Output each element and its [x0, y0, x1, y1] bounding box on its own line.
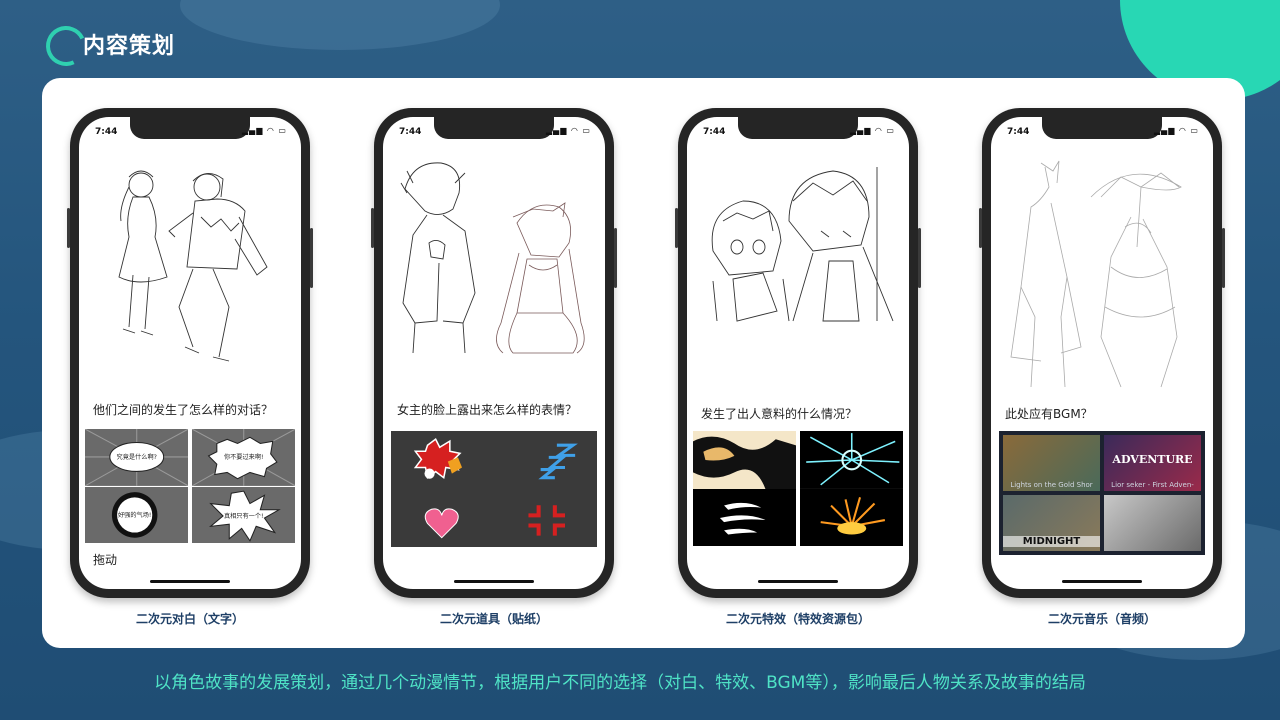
question-text: 发生了出人意料的什么情况？: [701, 407, 858, 421]
music-track-card[interactable]: ADVENTURE Lior seker - First Adven-: [1104, 435, 1201, 491]
music-track-card[interactable]: [1104, 495, 1201, 551]
background-swirl: [180, 0, 500, 50]
anger-vein-sticker-icon[interactable]: [496, 491, 597, 550]
phone-screen: 7:44 ▂▄▆ ◠ ▭: [79, 117, 301, 589]
dialogue-bubble-option[interactable]: 究竟是什么啊?: [85, 429, 189, 486]
smoke-effect-thumbnail[interactable]: [693, 431, 797, 489]
caption-music: 二次元音乐（音频）: [1047, 612, 1156, 626]
anime-couple-illustration: [118, 170, 268, 362]
status-time: 7:44: [703, 127, 726, 137]
page-title: 内容策划: [83, 34, 176, 59]
question-text: 女主的脸上露出来怎么样的表情？: [397, 403, 578, 417]
phone-screen: 7:44 ▂▄▆ ◠ ▭ 此处应有BGM？ Lights on the Gold…: [991, 117, 1213, 589]
explosion-effect-thumbnail[interactable]: [799, 488, 903, 547]
music-track-card[interactable]: MIDNIGHT: [1003, 495, 1100, 551]
anime-couple-illustration: [711, 167, 894, 322]
drag-label[interactable]: 拖动: [93, 551, 117, 568]
status-icons: ▂▄▆ ◠ ▭: [849, 126, 895, 135]
music-grid[interactable]: Lights on the Gold Shor ADVENTURE Lior s…: [999, 431, 1205, 555]
status-time: 7:44: [1007, 127, 1030, 137]
dialogue-bubble-option[interactable]: 好强的气场!: [85, 486, 189, 544]
status-time: 7:44: [399, 127, 422, 137]
phone-mockup-stickers: 7:44 ▂▄▆ ◠ ▭ 女主的脸上露出来怎么样的表情？: [371, 108, 617, 598]
anime-couple-illustration: [400, 162, 585, 354]
phone-notch: [130, 117, 250, 139]
burst-effect-thumbnail[interactable]: [799, 431, 903, 489]
effects-grid[interactable]: [693, 431, 903, 547]
album-art-text: ADVENTURE: [1112, 453, 1193, 466]
home-indicator: [454, 580, 534, 583]
question-text: 此处应有BGM？: [1005, 407, 1093, 421]
home-indicator: [1062, 580, 1142, 583]
caption-stickers: 二次元道具（贴纸）: [439, 612, 548, 626]
home-indicator: [758, 580, 838, 583]
question-text: 他们之间的发生了怎么样的对话？: [93, 403, 274, 417]
dialogue-bubble-option[interactable]: 真相只有一个!: [191, 486, 295, 544]
bubble-text: 究竟是什么啊?: [117, 453, 157, 461]
dialogue-bubble-option[interactable]: 你不要过来啊!: [191, 429, 295, 486]
phone-notch: [434, 117, 554, 139]
phone-mockup-effects: 7:44 ▂▄▆ ◠ ▭ 发生了出人意料的什么情况？: [675, 108, 921, 598]
sleep-zzz-sticker-icon[interactable]: [496, 431, 597, 490]
heart-sticker-icon[interactable]: [391, 491, 492, 550]
status-icons: ▂▄▆ ◠ ▭: [545, 126, 591, 135]
phone-mockup-music: 7:44 ▂▄▆ ◠ ▭ 此处应有BGM？ Lights on the Gold…: [979, 108, 1225, 598]
status-icons: ▂▄▆ ◠ ▭: [1153, 126, 1199, 135]
home-indicator: [150, 580, 230, 583]
footer-description: 以角色故事的发展策划，通过几个动漫情节，根据用户不同的选择（对白、特效、BGM等…: [154, 673, 1086, 693]
music-track-card[interactable]: Lights on the Gold Shor: [1003, 435, 1100, 491]
sticker-grid[interactable]: [391, 431, 597, 547]
phone-mockup-dialogue: 7:44 ▂▄▆ ◠ ▭ 他们之间的发生了怎么样的对话？ 究竟是什么啊? 你不要…: [67, 108, 313, 598]
phone-notch: [738, 117, 858, 139]
anime-couple-illustration: [1010, 160, 1182, 388]
angry-sticker-icon[interactable]: [391, 431, 492, 490]
phone-screen: 7:44 ▂▄▆ ◠ ▭ 发生了出人意料的什么情况？: [687, 117, 909, 589]
status-time: 7:44: [95, 127, 118, 137]
album-art-text: MIDNIGHT: [1003, 536, 1100, 547]
phone-notch: [1042, 117, 1162, 139]
phone-screen: 7:44 ▂▄▆ ◠ ▭: [383, 117, 605, 589]
caption-dialogue: 二次元对白（文字）: [135, 612, 244, 626]
track-title: Lior seker - First Adven-: [1111, 481, 1194, 489]
caption-effects: 二次元特效（特效资源包）: [725, 612, 870, 626]
dialogue-bubble-grid[interactable]: 究竟是什么啊? 你不要过来啊! 好强的气场! 真相只有一个!: [85, 429, 295, 544]
content-card: 7:44 ▂▄▆ ◠ ▭ 他们之间的发生了怎么样的对话？ 究竟是什么啊? 你不要…: [42, 78, 1245, 648]
bubble-text: 你不要过来啊!: [223, 453, 263, 461]
bubble-text: 好强的气场!: [118, 511, 151, 519]
bubble-text: 真相只有一个!: [223, 512, 263, 520]
track-title: Lights on the Gold Shor: [1010, 481, 1093, 489]
slash-effect-thumbnail[interactable]: [693, 488, 797, 547]
status-icons: ▂▄▆ ◠ ▭: [241, 126, 287, 135]
